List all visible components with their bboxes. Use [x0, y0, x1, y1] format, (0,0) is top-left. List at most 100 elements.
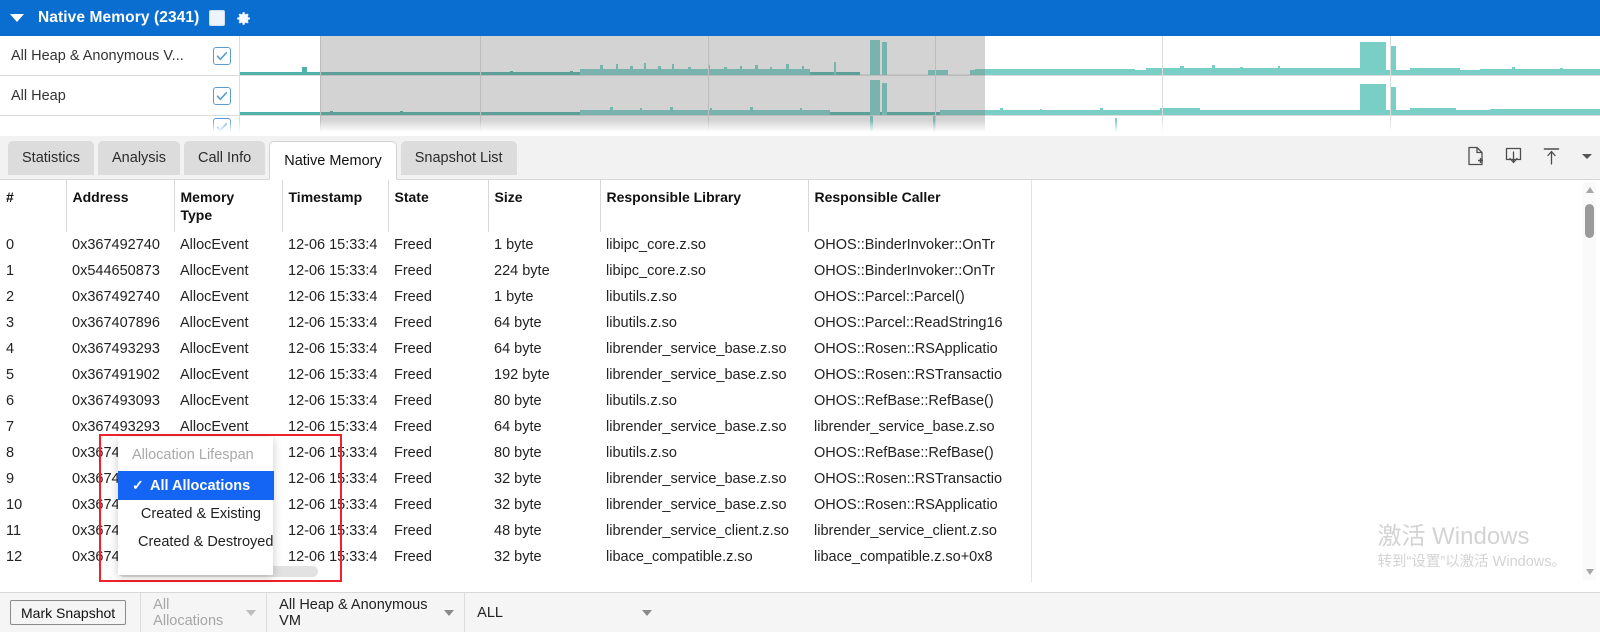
cell-timestamp: 12-06 15:33:4 [282, 492, 388, 518]
col-header-timestamp[interactable]: Timestamp [282, 180, 388, 232]
table-row[interactable]: 30x367407896AllocEvent12-06 15:33:4Freed… [0, 310, 1016, 336]
checkbox-partial-row[interactable] [213, 118, 231, 136]
col-header-memory-type[interactable]: MemoryType [174, 180, 282, 232]
cell-size: 224 byte [488, 258, 600, 284]
timeline-row-label-text: All Heap & Anonymous V... [11, 48, 184, 64]
cell-resp-library: libutils.z.so [600, 284, 808, 310]
timeline-plot-3[interactable] [240, 116, 1600, 136]
native-memory-header: Native Memory (2341) [0, 0, 1600, 36]
cell-memory-type: AllocEvent [174, 310, 282, 336]
table-row[interactable]: 00x367492740AllocEvent12-06 15:33:4Freed… [0, 232, 1016, 258]
tab-native-memory[interactable]: Native Memory [269, 141, 397, 180]
lifespan-select-value: All Allocations [153, 597, 232, 629]
lifespan-select[interactable]: All Allocations [140, 593, 266, 632]
header-square-toggle[interactable] [209, 10, 225, 26]
cell-memory-type: AllocEvent [174, 284, 282, 310]
col-header-size[interactable]: Size [488, 180, 600, 232]
timeline-row: All Heap & Anonymous V... [0, 36, 1600, 76]
cell-resp-library: libipc_core.z.so [600, 258, 808, 284]
cell-index: 4 [0, 336, 66, 362]
table-row[interactable]: 20x367492740AllocEvent12-06 15:33:4Freed… [0, 284, 1016, 310]
cell-memory-type: AllocEvent [174, 362, 282, 388]
cell-size: 32 byte [488, 466, 600, 492]
timeline-plot-2[interactable] [240, 76, 1600, 115]
cell-resp-caller: OHOS::Rosen::RSApplicatio [808, 492, 1016, 518]
cell-index: 12 [0, 544, 66, 570]
cell-timestamp: 12-06 15:33:4 [282, 336, 388, 362]
dropdown-item-all-allocations[interactable]: ✓ All Allocations [118, 471, 274, 500]
dropdown-item-created-existing[interactable]: Created & Existing [118, 500, 273, 528]
tab-bar: Statistics Analysis Call Info Native Mem… [0, 136, 1600, 180]
table-vertical-scrollbar[interactable] [1583, 182, 1596, 580]
scroll-up-arrow-icon[interactable] [1586, 187, 1594, 193]
chevron-down-icon [444, 610, 454, 616]
col-header-address[interactable]: Address [66, 180, 174, 232]
col-header-index[interactable]: # [0, 180, 66, 232]
tab-snapshot-list[interactable]: Snapshot List [401, 141, 517, 175]
heap-select[interactable]: All Heap & Anonymous VM [266, 593, 464, 632]
allocation-lifespan-dropdown[interactable]: Allocation Lifespan ✓ All Allocations Cr… [118, 437, 273, 575]
timeline-row-label-text: All Heap [11, 88, 66, 104]
timeline-row-label-all-heap[interactable]: All Heap [0, 76, 240, 115]
cell-size: 32 byte [488, 544, 600, 570]
dropdown-item-label: All Allocations [150, 478, 250, 494]
cell-resp-caller: libace_compatible.z.so+0x8 [808, 544, 1016, 570]
timeline-row-label-partial[interactable] [0, 116, 240, 136]
cell-address: 0x367407896 [66, 310, 174, 336]
cell-address: 0x367491902 [66, 362, 174, 388]
timeline-plot-1[interactable] [240, 36, 1600, 75]
cell-size: 48 byte [488, 518, 600, 544]
cell-resp-caller: librender_service_client.z.so [808, 518, 1016, 544]
dropdown-item-created-destroyed[interactable]: Created & Destroyed [118, 528, 273, 556]
chevron-down-icon[interactable] [1582, 154, 1592, 159]
checkbox-all-heap-anon[interactable] [213, 47, 231, 65]
export-upload-icon[interactable] [1542, 146, 1561, 166]
tab-label: Call Info [198, 150, 251, 166]
table-row[interactable]: 10x544650873AllocEvent12-06 15:33:4Freed… [0, 258, 1016, 284]
scroll-down-arrow-icon[interactable] [1586, 569, 1594, 575]
table-row[interactable]: 60x367493093AllocEvent12-06 15:33:4Freed… [0, 388, 1016, 414]
caret-down-icon[interactable] [10, 14, 24, 22]
col-header-resp-library[interactable]: Responsible Library [600, 180, 808, 232]
cell-resp-library: libutils.z.so [600, 440, 808, 466]
table-row[interactable]: 50x367491902AllocEvent12-06 15:33:4Freed… [0, 362, 1016, 388]
new-file-icon[interactable] [1466, 146, 1485, 166]
cell-timestamp: 12-06 15:33:4 [282, 232, 388, 258]
cell-address: 0x544650873 [66, 258, 174, 284]
type-select[interactable]: ALL [464, 593, 662, 632]
cell-resp-library: libutils.z.so [600, 310, 808, 336]
gear-icon[interactable] [235, 10, 252, 27]
timeline-row-label-all-heap-anon[interactable]: All Heap & Anonymous V... [0, 36, 240, 75]
heap-select-value: All Heap & Anonymous VM [279, 597, 430, 629]
cell-timestamp: 12-06 15:33:4 [282, 284, 388, 310]
cell-index: 9 [0, 466, 66, 492]
table-header-row: # Address MemoryType Timestamp State Siz… [0, 180, 1016, 232]
cell-resp-library: librender_service_base.z.so [600, 492, 808, 518]
checkbox-all-heap[interactable] [213, 87, 231, 105]
tab-statistics[interactable]: Statistics [8, 141, 94, 175]
cell-timestamp: 12-06 15:33:4 [282, 440, 388, 466]
cell-resp-library: librender_service_client.z.so [600, 518, 808, 544]
cell-index: 6 [0, 388, 66, 414]
cell-resp-caller: OHOS::Rosen::RSApplicatio [808, 336, 1016, 362]
tab-label: Statistics [22, 150, 80, 166]
cell-state: Freed [388, 284, 488, 310]
import-download-icon[interactable] [1504, 146, 1523, 166]
scrollbar-thumb[interactable] [1585, 204, 1594, 238]
mark-snapshot-button[interactable]: Mark Snapshot [10, 600, 126, 625]
cell-address: 0x367492740 [66, 232, 174, 258]
col-header-resp-caller[interactable]: Responsible Caller [808, 180, 1016, 232]
cell-size: 80 byte [488, 440, 600, 466]
tab-label: Snapshot List [415, 150, 503, 166]
windows-activation-watermark: 激活 Windows 转到“设置”以激活 Windows。 [1377, 522, 1566, 574]
cell-memory-type: AllocEvent [174, 232, 282, 258]
tab-label: Native Memory [284, 153, 382, 169]
table-row[interactable]: 40x367493293AllocEvent12-06 15:33:4Freed… [0, 336, 1016, 362]
cell-resp-caller: OHOS::Rosen::RSTransactio [808, 362, 1016, 388]
tab-analysis[interactable]: Analysis [98, 141, 180, 175]
cell-timestamp: 12-06 15:33:4 [282, 388, 388, 414]
check-icon: ✓ [132, 477, 144, 494]
scrollbar-track[interactable] [1583, 198, 1596, 564]
tab-call-info[interactable]: Call Info [184, 141, 265, 175]
col-header-state[interactable]: State [388, 180, 488, 232]
